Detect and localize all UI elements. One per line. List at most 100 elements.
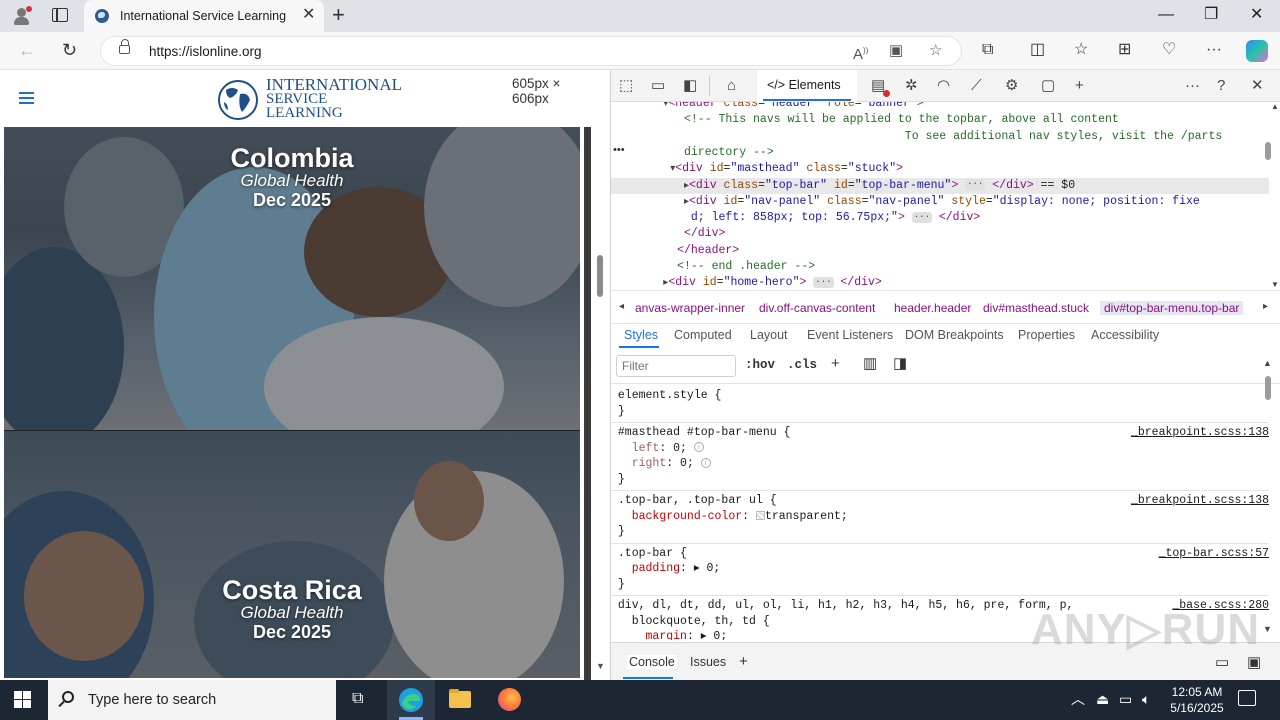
task-view-icon[interactable]: ⧉ — [338, 680, 386, 720]
css-selector[interactable]: .top-bar, .top-bar ul {_breakpoint.scss:… — [611, 493, 1269, 509]
css-declaration[interactable]: padding: ▸ 0; — [611, 561, 1269, 577]
split-screen-icon[interactable]: ◫ — [1030, 41, 1045, 59]
rendering-emulation-icon[interactable]: ▥ — [863, 356, 877, 372]
dom-node[interactable]: </div> — [611, 226, 1269, 242]
help-icon[interactable]: ? — [1217, 77, 1225, 94]
isl-globe-logo-icon[interactable] — [216, 78, 260, 122]
css-selector[interactable]: element.style { — [611, 388, 1269, 404]
more-tools-plus-icon[interactable]: + — [1075, 77, 1084, 94]
css-source-link[interactable]: _breakpoint.scss:138 — [1131, 493, 1269, 509]
device-emulation-icon[interactable]: ▭ — [651, 77, 665, 94]
lock-icon[interactable] — [119, 39, 130, 54]
dom-node[interactable]: To see additional nav styles, visit the … — [611, 129, 1269, 145]
application-icon[interactable]: ▢ — [1041, 77, 1055, 94]
dom-node[interactable]: ▸<div id="home-hero"> ··· </div> — [611, 275, 1269, 290]
add-drawer-tab-icon[interactable]: + — [739, 653, 748, 670]
node-actions-icon[interactable]: ••• — [613, 144, 625, 156]
styles-pane[interactable]: element.style { } #masthead #top-bar-men… — [611, 384, 1269, 640]
system-clock[interactable]: 12:05 AM 5/16/2025 — [1162, 684, 1232, 716]
dom-node[interactable]: ▸<div id="nav-panel" class="nav-panel" s… — [611, 194, 1269, 210]
hover-state-toggle[interactable]: :hov — [745, 358, 775, 372]
styles-scroll-down-icon[interactable]: ▼ — [1263, 624, 1272, 634]
tab-actions-icon[interactable] — [52, 8, 68, 22]
read-aloud-icon[interactable]: A)) — [853, 43, 868, 63]
dom-node[interactable]: <!-- This navs will be applied to the to… — [611, 112, 1269, 128]
styles-filter-input[interactable] — [616, 355, 736, 377]
favorites-icon[interactable]: ☆ — [1074, 41, 1088, 59]
new-tab-button[interactable]: + — [332, 4, 345, 26]
dom-node-selected[interactable]: ▸<div class="top-bar" id="top-bar-menu">… — [611, 177, 1269, 194]
collections-icon[interactable]: ⊞ — [1118, 41, 1131, 59]
tab-layout[interactable]: Layout — [750, 328, 788, 342]
tab-accessibility[interactable]: Accessibility — [1091, 328, 1159, 342]
dom-node[interactable]: ▾<header class="header" role="banner"> — [611, 102, 1269, 112]
scroll-up-arrow-icon[interactable]: ▲ — [1271, 102, 1279, 111]
close-devtools-icon[interactable]: ✕ — [1251, 77, 1264, 94]
inspect-element-icon[interactable]: ⬚ — [619, 77, 633, 94]
settings-more-icon[interactable]: ··· — [1206, 41, 1222, 59]
welcome-home-icon[interactable]: ⌂ — [727, 77, 736, 94]
network-wifi-icon[interactable]: ◠ — [937, 77, 950, 94]
favorite-star-icon[interactable]: ☆ — [929, 43, 942, 59]
browser-tab[interactable]: International Service Learning ✕ — [84, 0, 324, 32]
class-toggle[interactable]: .cls — [787, 358, 817, 372]
toggle-sidebar-icon[interactable]: ◨ — [893, 356, 907, 372]
hamburger-menu-icon[interactable] — [19, 92, 34, 105]
minimize-button[interactable]: — — [1158, 6, 1174, 24]
css-source-link[interactable]: _breakpoint.scss:138 — [1131, 425, 1269, 441]
page-scrollbar[interactable]: ▼ — [580, 127, 610, 680]
show-hidden-icons-icon[interactable]: ︿ — [1071, 691, 1085, 707]
scroll-down-arrow-icon[interactable]: ▼ — [596, 661, 605, 671]
dom-tree[interactable]: ▾<header class="header" role="banner"> <… — [611, 102, 1269, 290]
windows-start-icon[interactable] — [14, 691, 32, 709]
back-arrow-icon[interactable]: ← — [18, 40, 36, 60]
profile-icon[interactable] — [12, 6, 32, 26]
css-selector[interactable]: .top-bar {_top-bar.scss:57 — [611, 546, 1269, 562]
dom-node[interactable]: ▾<div id="masthead" class="stuck"> — [611, 161, 1269, 177]
tab-elements[interactable]: </> Elements — [757, 70, 857, 102]
css-declaration[interactable]: left: 0; i — [611, 441, 1269, 457]
maximize-button[interactable]: ❐ — [1204, 6, 1218, 24]
scroll-down-arrow-icon[interactable]: ▼ — [1271, 280, 1279, 289]
dom-node[interactable]: directory --> — [611, 145, 1269, 161]
dom-node[interactable]: <!-- end .header --> — [611, 259, 1269, 275]
drawer-dock-icon[interactable]: ▣ — [1247, 653, 1261, 671]
dom-node[interactable]: d; left: 858px; top: 56.75px;"> ··· </di… — [611, 210, 1269, 226]
tab-computed[interactable]: Computed — [674, 328, 732, 342]
new-style-rule-icon[interactable]: + — [831, 356, 840, 372]
quick-view-icon[interactable]: ▭ — [1215, 653, 1229, 671]
hero-card[interactable]: Costa Rica Global Health Dec 2025 — [4, 430, 580, 678]
breadcrumb-left-arrow-icon[interactable]: ◂ — [619, 301, 624, 312]
performance-icon[interactable]: ⟋ — [971, 77, 982, 94]
scroll-thumb[interactable] — [597, 255, 603, 297]
close-window-button[interactable]: ✕ — [1250, 6, 1263, 24]
breadcrumb-right-arrow-icon[interactable]: ▸ — [1263, 301, 1268, 312]
css-declaration[interactable]: right: 0; i — [611, 456, 1269, 472]
tab-event-listeners[interactable]: Event Listeners — [807, 328, 893, 342]
edge-taskbar-icon[interactable] — [387, 680, 435, 720]
tab-styles[interactable]: Styles — [624, 328, 658, 342]
usb-device-icon[interactable]: ⏏ — [1096, 691, 1109, 707]
firefox-icon[interactable] — [485, 680, 533, 720]
browser-essentials-icon[interactable]: ♡ — [1162, 41, 1176, 59]
css-source-link[interactable]: _top-bar.scss:57 — [1159, 546, 1269, 562]
styles-scroll-up-icon[interactable]: ▲ — [1263, 358, 1272, 368]
breadcrumb-item[interactable]: anvas-wrapper-inner — [635, 301, 745, 315]
file-explorer-icon[interactable] — [436, 680, 484, 720]
tab-console[interactable]: Console — [627, 655, 677, 669]
styles-scroll-thumb[interactable] — [1265, 376, 1271, 400]
immersive-reader-icon[interactable]: ▣ — [889, 43, 903, 59]
breadcrumb-item-selected[interactable]: div#top-bar-menu.top-bar — [1100, 301, 1244, 315]
address-bar[interactable]: https://islonline.org A)) ▣ ☆ — [100, 36, 962, 66]
url-text[interactable]: https://islonline.org — [149, 44, 262, 59]
copilot-icon[interactable] — [1246, 40, 1268, 62]
dock-side-icon[interactable]: ◧ — [683, 77, 697, 94]
close-tab-icon[interactable]: ✕ — [302, 7, 315, 23]
isl-logo-text[interactable]: INTERNATIONAL SERVICE LEARNING — [266, 76, 402, 121]
dom-scrollbar[interactable]: ▲ ▼ — [1269, 102, 1280, 290]
extensions-icon[interactable]: ⧉ — [982, 41, 993, 59]
refresh-icon[interactable]: ↻ — [62, 40, 77, 60]
breadcrumb-item[interactable]: header.header — [894, 301, 971, 315]
breadcrumb-item[interactable]: div#masthead.stuck — [983, 301, 1089, 315]
css-declaration[interactable]: background-color: transparent; — [611, 509, 1269, 525]
